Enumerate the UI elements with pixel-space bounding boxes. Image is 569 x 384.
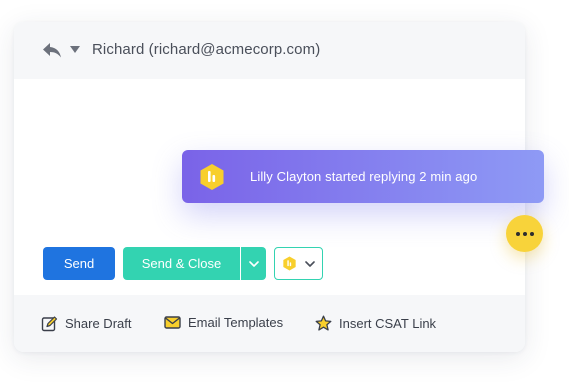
chevron-down-icon bbox=[248, 260, 259, 267]
star-icon bbox=[315, 315, 332, 331]
recipient-label: Richard (richard@acmecorp.com) bbox=[92, 41, 321, 58]
edit-icon bbox=[41, 316, 58, 332]
composer-header: Richard (richard@acmecorp.com) bbox=[14, 22, 525, 79]
email-templates-label: Email Templates bbox=[188, 315, 284, 330]
more-options-button[interactable] bbox=[506, 215, 543, 252]
send-button[interactable]: Send bbox=[43, 247, 115, 280]
status-dropdown-button[interactable] bbox=[274, 247, 323, 280]
collision-notification: Lilly Clayton started replying 2 min ago bbox=[182, 150, 544, 203]
share-draft-button[interactable]: Share Draft bbox=[41, 315, 131, 332]
share-draft-label: Share Draft bbox=[65, 316, 132, 331]
dot-icon bbox=[522, 231, 527, 236]
send-and-close-button[interactable]: Send & Close bbox=[123, 247, 240, 280]
chevron-down-icon bbox=[305, 260, 315, 267]
notification-text: Lilly Clayton started replying 2 min ago bbox=[250, 169, 478, 184]
dot-icon bbox=[515, 231, 520, 236]
brand-logo-icon bbox=[200, 164, 224, 190]
composer-footer: Share Draft Email Templates Insert CSAT … bbox=[14, 295, 525, 352]
brand-logo-icon bbox=[283, 256, 296, 271]
email-templates-button[interactable]: Email Templates bbox=[164, 315, 283, 330]
chevron-down-icon[interactable] bbox=[70, 46, 80, 54]
insert-csat-link-button[interactable]: Insert CSAT Link bbox=[315, 315, 436, 332]
insert-csat-link-label: Insert CSAT Link bbox=[339, 316, 437, 331]
envelope-icon bbox=[164, 316, 181, 329]
send-options-dropdown-button[interactable] bbox=[241, 247, 266, 280]
reply-icon[interactable] bbox=[42, 41, 62, 59]
dot-icon bbox=[529, 231, 534, 236]
